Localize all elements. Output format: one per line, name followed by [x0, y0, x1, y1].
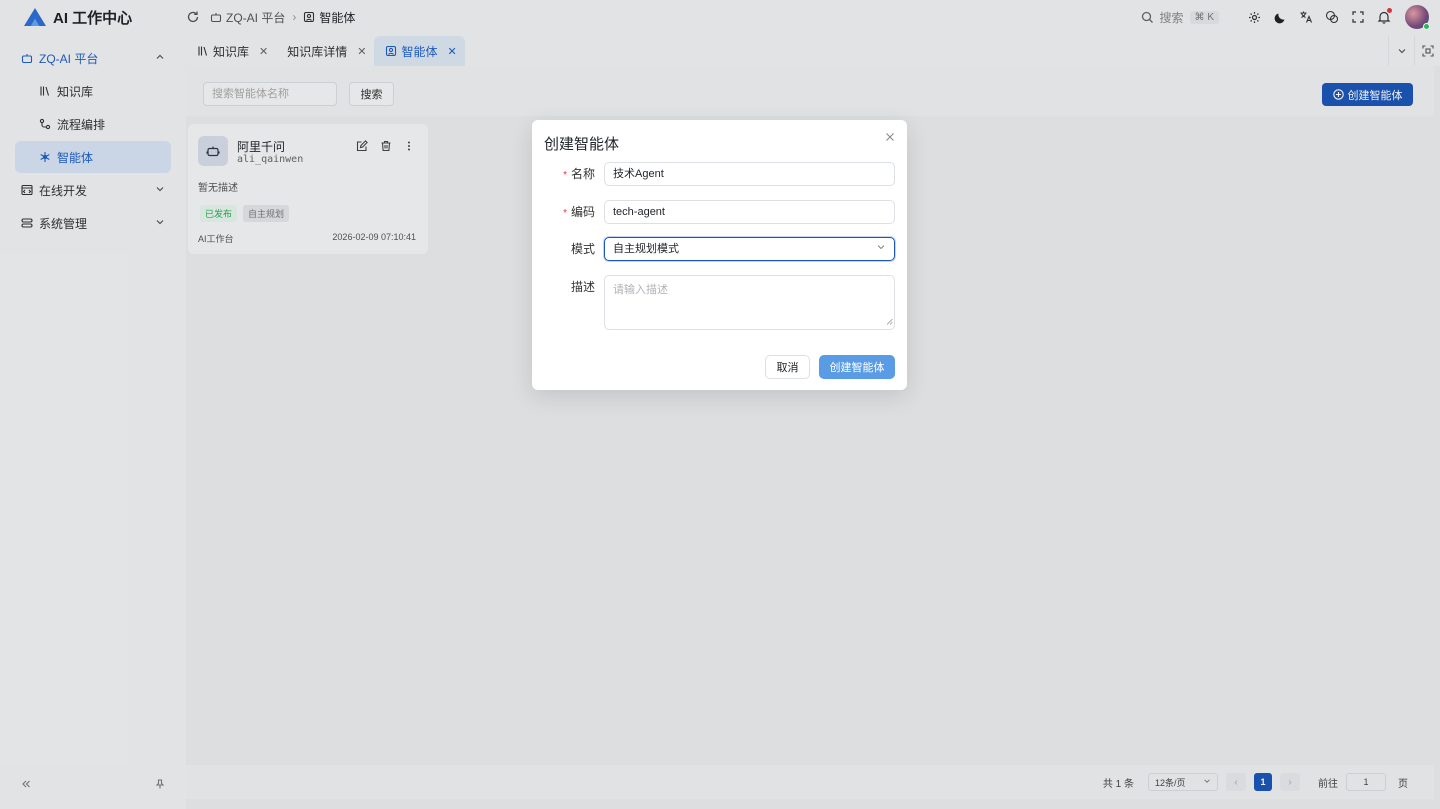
- description-placeholder: 请输入描述: [613, 284, 668, 296]
- mode-select-value: 自主规划模式: [613, 243, 679, 255]
- field-label: 模式: [570, 242, 595, 256]
- submit-create-agent-button[interactable]: 创建智能体: [819, 355, 895, 379]
- form-row-name: * 名称 技术Agent: [532, 162, 907, 186]
- resize-handle-icon[interactable]: [886, 316, 893, 328]
- create-agent-dialog: 创建智能体 * 名称 技术Agent * 编码 tech-agent 模式 自主规划…: [532, 120, 907, 390]
- name-input[interactable]: 技术Agent: [604, 162, 895, 186]
- dialog-title: 创建智能体: [544, 136, 620, 153]
- form-row-code: * 编码 tech-agent: [532, 200, 907, 224]
- field-label: 描述: [570, 280, 595, 294]
- description-textarea[interactable]: 请输入描述: [604, 275, 895, 330]
- close-icon[interactable]: [885, 131, 895, 145]
- form-row-mode: 模式 自主规划模式: [532, 237, 907, 261]
- mode-select[interactable]: 自主规划模式: [604, 237, 895, 261]
- chevron-down-icon: [876, 238, 886, 260]
- code-input[interactable]: tech-agent: [604, 200, 895, 224]
- form-row-description: 描述 请输入描述: [532, 275, 907, 330]
- required-mark: *: [563, 208, 567, 219]
- required-mark: *: [563, 170, 567, 181]
- field-label: * 名称: [563, 167, 595, 181]
- cancel-button[interactable]: 取消: [765, 355, 810, 379]
- field-label: * 编码: [563, 205, 595, 219]
